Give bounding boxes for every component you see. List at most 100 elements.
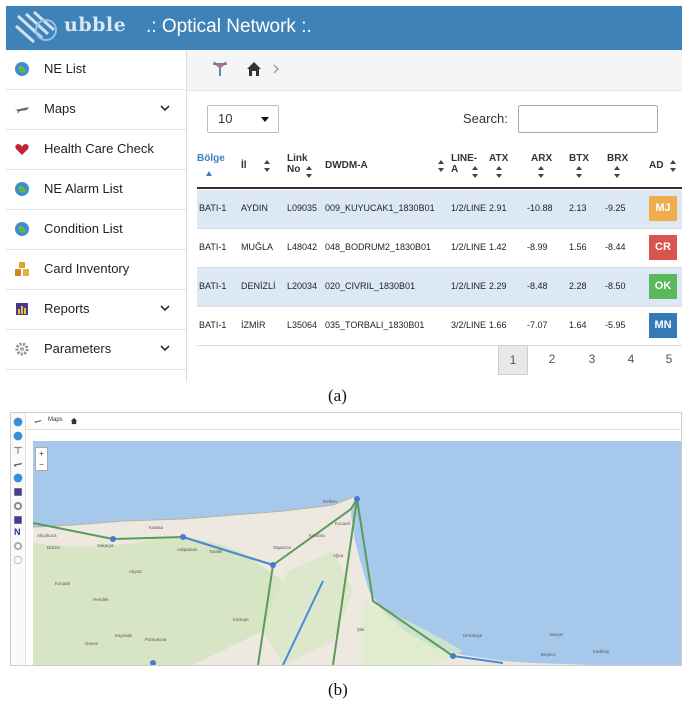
sidebar-item-card-inventory[interactable]: Card Inventory — [6, 250, 186, 290]
sort-icon — [306, 166, 312, 178]
place-label: Taraklı — [209, 549, 222, 554]
cell-link-no: L09035 — [287, 203, 318, 213]
table-row[interactable]: BATI-1 DENİZLİ L20034 020_CIVRIL_1830B01… — [197, 268, 682, 307]
chevron-right-icon — [273, 64, 279, 74]
globe-icon[interactable] — [13, 431, 23, 441]
cell-line-a: 1/2/LINE — [451, 242, 487, 252]
sidebar-item-condition-list[interactable]: Condition List — [6, 210, 186, 250]
network-icon[interactable] — [211, 60, 229, 78]
place-label: Kocaeli — [335, 521, 350, 526]
column-header-dwdm-a[interactable]: DWDM-A — [325, 147, 444, 187]
column-header-atx[interactable]: ATX — [489, 147, 517, 187]
breadcrumb — [187, 50, 682, 91]
sidebar-item-ne-list[interactable]: NE List — [6, 50, 186, 90]
cell-atx: 2.29 — [489, 281, 507, 291]
column-header-brx[interactable]: BRX — [607, 147, 635, 187]
sidebar-item-health-care-check[interactable]: Health Care Check — [6, 130, 186, 170]
zoom-in-button[interactable]: + — [36, 448, 47, 459]
zoom-out-button[interactable]: − — [36, 459, 47, 470]
column-header-ad[interactable]: AD — [649, 147, 681, 187]
caption-b: (b) — [328, 680, 348, 699]
mini-sidebar: N — [11, 413, 26, 665]
map-canvas[interactable]: Akçakoca Düzce Kocaali Sakarya Karasu Ak… — [33, 441, 681, 665]
plane-icon — [15, 107, 29, 114]
gear-icon[interactable] — [13, 501, 23, 511]
network-icon[interactable] — [13, 445, 23, 455]
gear-icon[interactable] — [13, 541, 23, 551]
caption-a: (a) — [328, 386, 347, 405]
home-icon[interactable] — [70, 417, 78, 425]
cell-bolge: BATI-1 — [199, 281, 227, 291]
place-label: Sakarya — [97, 543, 114, 548]
cell-bolge: BATI-1 — [199, 242, 227, 252]
globe-icon — [15, 62, 29, 76]
sort-icon — [438, 160, 444, 172]
sidebar-item-maps[interactable]: Maps — [6, 90, 186, 130]
sidebar-item-ne-alarm-list[interactable]: NE Alarm List — [6, 170, 186, 210]
globe-icon[interactable] — [13, 473, 23, 483]
sidebar-item-label: Reports — [44, 301, 90, 316]
zoom-control: + − — [35, 447, 48, 471]
cell-line-a: 3/2/LINE — [451, 320, 487, 330]
place-label: Kartepe — [233, 617, 249, 622]
chevron-down-icon — [160, 105, 170, 112]
sidebar-item-label: Parameters — [44, 341, 112, 356]
table-row[interactable]: BATI-1 AYDIN L09035 009_KUYUCAK1_1830B01… — [197, 190, 682, 229]
table-row[interactable]: BATI-1 İZMİR L35064 035_TORBALI_1830B01 … — [197, 307, 682, 346]
cell-arx: -8.48 — [527, 281, 548, 291]
column-header-line-a[interactable]: LINE-A — [451, 147, 481, 187]
cell-link-no: L35064 — [287, 320, 318, 330]
column-header-bolge[interactable]: Bölge — [197, 147, 233, 187]
place-label: Kefken — [323, 499, 338, 504]
cell-line-a: 1/2/LINE — [451, 281, 487, 291]
cell-bolge: BATI-1 — [199, 320, 227, 330]
place-label: Karasu — [149, 525, 164, 530]
search-label: Search: — [463, 111, 508, 126]
home-icon[interactable] — [245, 60, 263, 78]
report-icon[interactable] — [13, 515, 23, 525]
cell-il: AYDIN — [241, 203, 268, 213]
gear-icon — [15, 342, 29, 356]
column-header-link-no[interactable]: Link No — [287, 147, 313, 187]
cell-link-no: L48042 — [287, 242, 318, 252]
column-header-btx[interactable]: BTX — [569, 147, 597, 187]
place-label: Sapanca — [273, 545, 291, 550]
column-header-arx[interactable]: ARX — [531, 147, 559, 187]
cards-icon — [15, 262, 29, 276]
cell-link-no: L20034 — [287, 281, 318, 291]
clock-icon[interactable] — [13, 555, 23, 565]
cell-arx: -8.99 — [527, 242, 548, 252]
sidebar-item-parameters[interactable]: Parameters — [6, 330, 186, 370]
sidebar-item-reports[interactable]: Reports — [6, 290, 186, 330]
pagination-page-3[interactable]: 3 — [578, 345, 606, 373]
place-label: Hendek — [93, 597, 109, 602]
report-icon[interactable] — [13, 487, 23, 497]
sidebar-item-label: Card Inventory — [44, 261, 130, 276]
place-label: Düzce — [47, 545, 60, 550]
pagination-page-2[interactable]: 2 — [538, 345, 566, 373]
cell-brx: -8.50 — [605, 281, 626, 291]
page-length-select[interactable]: 10 — [207, 105, 279, 133]
top-header-bar: ubble .: Optical Network :. — [6, 6, 682, 50]
panel-a-screenshot: ubble .: Optical Network :. NE List Maps… — [6, 6, 683, 382]
cell-atx: 2.91 — [489, 203, 507, 213]
table-row[interactable]: BATI-1 MUĞLA L48042 048_BODRUM2_1830B01 … — [197, 229, 682, 268]
cell-btx: 2.28 — [569, 281, 587, 291]
search-input[interactable] — [518, 105, 658, 133]
globe-icon — [15, 222, 29, 236]
place-label: Pamukova — [145, 637, 167, 642]
cell-il: DENİZLİ — [241, 281, 276, 291]
cell-brx: -8.44 — [605, 242, 626, 252]
column-header-il[interactable]: İl — [241, 147, 281, 187]
globe-icon[interactable] — [13, 417, 23, 427]
pagination-page-1[interactable]: 1 — [498, 345, 528, 375]
pagination-page-4[interactable]: 4 — [617, 345, 645, 373]
sort-icon — [496, 166, 502, 178]
cell-brx: -9.25 — [605, 203, 626, 213]
cell-il: MUĞLA — [241, 242, 274, 252]
plane-icon[interactable] — [13, 459, 23, 469]
pagination-page-5[interactable]: 5 — [655, 345, 683, 373]
cell-bolge: BATI-1 — [199, 203, 227, 213]
sort-icon — [538, 166, 544, 178]
sidebar-letter[interactable]: N — [14, 527, 21, 537]
